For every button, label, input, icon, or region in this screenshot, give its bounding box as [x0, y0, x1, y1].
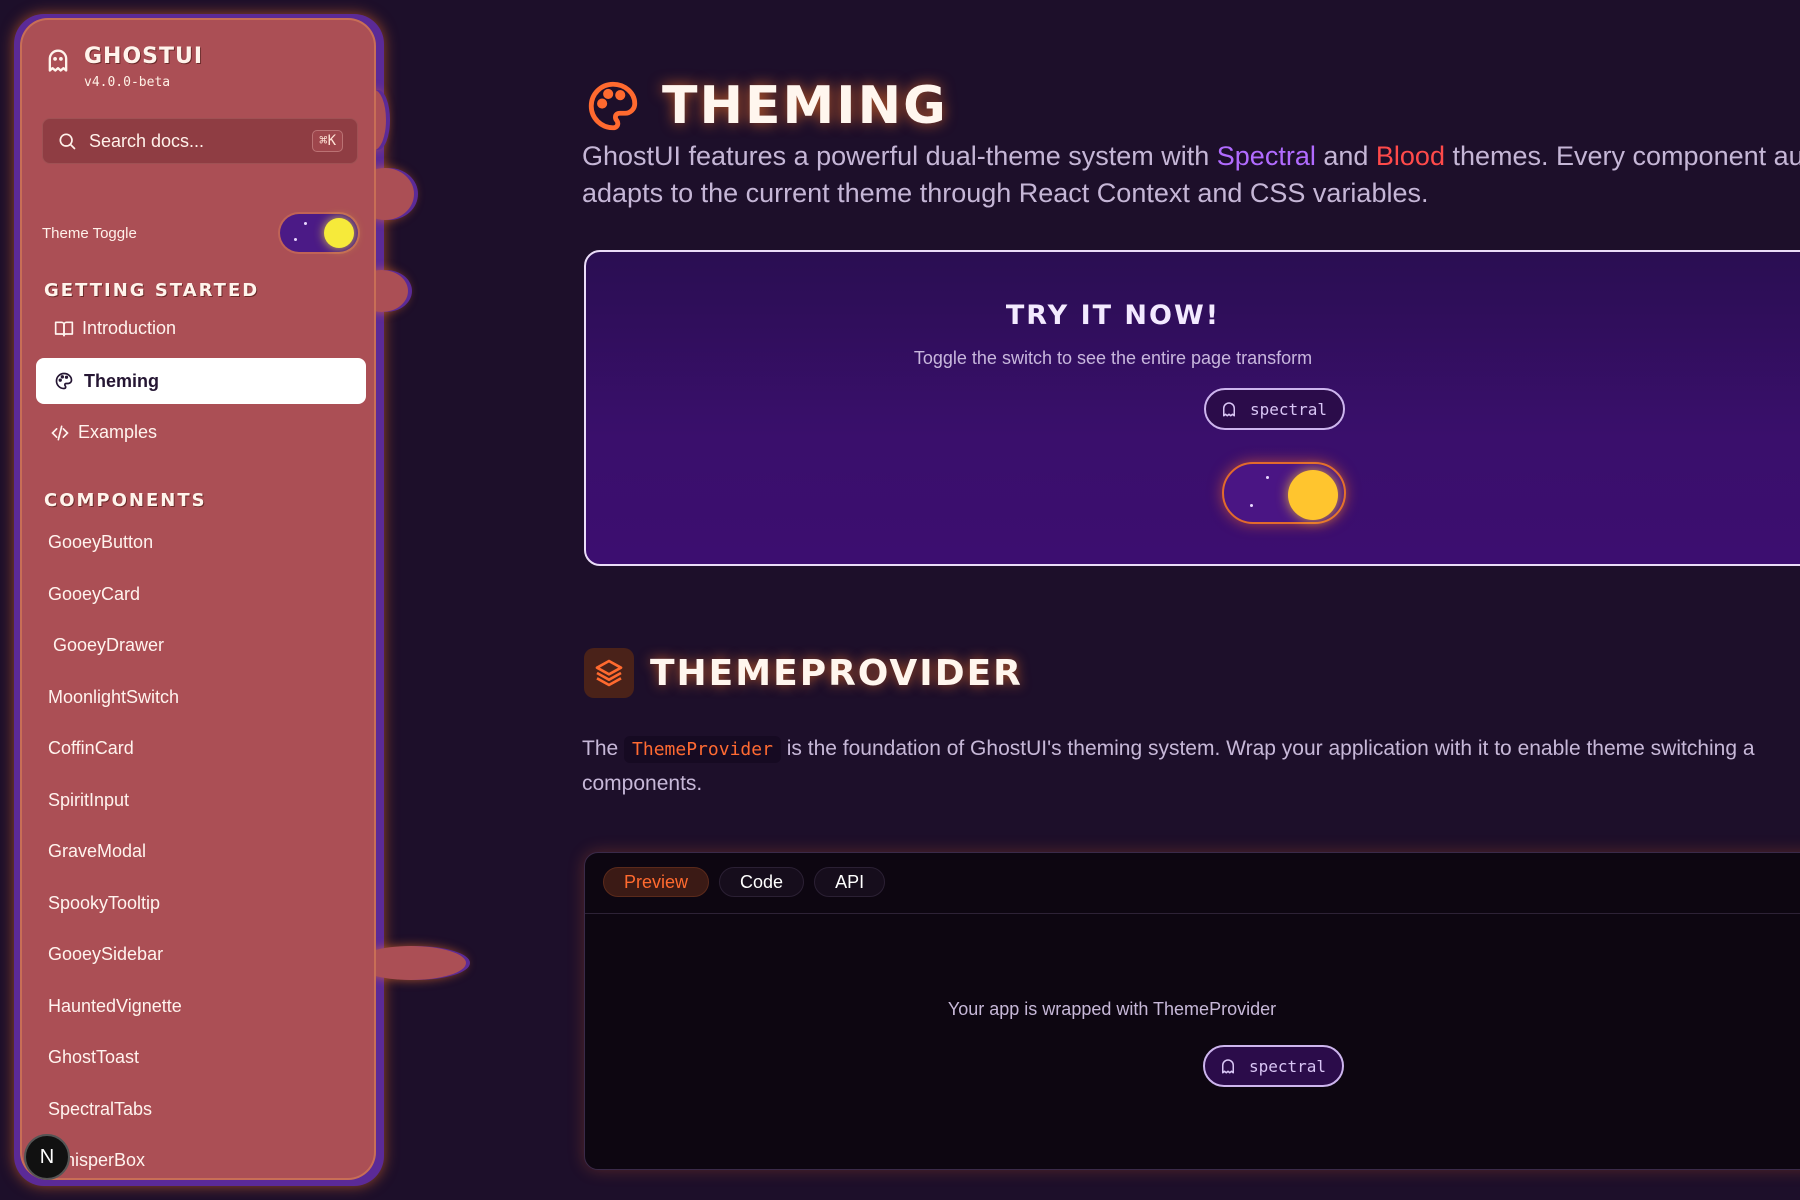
search-shortcut: ⌘K	[312, 130, 343, 152]
ghost-logo-icon	[48, 49, 68, 72]
page-header: THEMING	[584, 76, 948, 136]
star-dot	[294, 238, 297, 241]
try-it-card: TRY IT NOW! Toggle the switch to see the…	[584, 250, 1800, 566]
sidebar-item-gooeydrawer[interactable]: GooeyDrawer	[53, 635, 164, 656]
code-icon	[51, 425, 69, 440]
try-card-subtitle: Toggle the switch to see the entire page…	[913, 348, 1313, 368]
sidebar-item-hauntedvignette[interactable]: HauntedVignette	[48, 996, 182, 1017]
sidebar-item-gooeycard[interactable]: GooeyCard	[48, 584, 140, 605]
sidebar-item-gooeysidebar[interactable]: GooeySidebar	[48, 944, 163, 965]
search-placeholder: Search docs...	[89, 130, 205, 151]
paragraph-text: components.	[582, 772, 703, 795]
sidebar-item-spookytooltip[interactable]: SpookyTooltip	[48, 893, 160, 914]
sidebar-item-gooeybutton[interactable]: GooeyButton	[48, 532, 153, 553]
section-title-getting-started: GETTING STARTED	[44, 280, 260, 301]
layers-icon-box	[584, 648, 634, 698]
brand[interactable]: GHOSTUI v4.0.0-beta	[44, 44, 203, 90]
sidebar-item-label: Examples	[78, 422, 158, 442]
demo-tabs: Preview Code API	[603, 867, 895, 897]
blood-highlight: Blood	[1375, 141, 1445, 171]
search-icon	[59, 133, 76, 150]
try-card-title: TRY IT NOW!	[1005, 300, 1221, 331]
brand-name: GHOSTUI	[84, 44, 204, 69]
search-input[interactable]: Search docs... ⌘K	[42, 118, 358, 164]
palette-icon	[588, 81, 638, 131]
inline-code: ThemeProvider	[624, 736, 781, 763]
version-label: v4.0.0-beta	[84, 75, 171, 90]
section-header: THEMEPROVIDER	[584, 648, 1023, 698]
section-title: THEMEPROVIDER	[650, 652, 1023, 694]
palette-icon	[55, 372, 73, 390]
intro-text: GhostUI features a powerful dual-theme s…	[582, 141, 1217, 171]
docs-page: GHOSTUI v4.0.0-beta Search docs... ⌘K Th…	[0, 0, 1800, 1200]
paragraph-text: is the foundation of GhostUI's theming s…	[780, 737, 1755, 760]
intro-paragraph: GhostUI features a powerful dual-theme s…	[582, 138, 1800, 212]
demo-panel: Preview Code API Your app is wrapped wit…	[584, 852, 1800, 1170]
intro-text: themes. Every component au	[1444, 141, 1800, 171]
demo-message: Your app is wrapped with ThemeProvider	[947, 999, 1277, 1019]
book-open-icon	[54, 321, 74, 336]
sidebar-item-spectraltabs[interactable]: SpectralTabs	[48, 1099, 152, 1120]
tab-code[interactable]: Code	[719, 867, 805, 897]
sidebar-item-moonlightswitch[interactable]: MoonlightSwitch	[48, 687, 179, 708]
ghost-icon	[1222, 1059, 1234, 1074]
sidebar-item-spiritinput[interactable]: SpiritInput	[48, 790, 129, 811]
theme-badge-label: spectral	[1249, 1056, 1327, 1076]
section-paragraph: The ThemeProvider is the foundation of G…	[582, 732, 1800, 801]
sidebar-item-examples[interactable]: Examples	[50, 422, 157, 443]
paragraph-text: The	[582, 737, 625, 760]
sidebar: GHOSTUI v4.0.0-beta Search docs... ⌘K Th…	[20, 18, 376, 1180]
sidebar-item-ghosttoast[interactable]: GhostToast	[48, 1047, 139, 1068]
nextjs-badge[interactable]: N	[24, 1134, 70, 1180]
sidebar-item-introduction[interactable]: Introduction	[54, 318, 176, 339]
sidebar-item-theming[interactable]: Theming	[36, 358, 366, 404]
tabs-divider	[585, 913, 1800, 914]
ghost-icon	[1223, 402, 1235, 417]
spectral-highlight: Spectral	[1216, 141, 1316, 171]
theme-toggle-label: Theme Toggle	[42, 224, 137, 242]
star-dot	[1266, 476, 1269, 479]
theme-badge: spectral	[1203, 1045, 1345, 1087]
star-dot	[1250, 504, 1253, 507]
sidebar-item-gravemodal[interactable]: GraveModal	[48, 841, 146, 862]
sidebar-item-label: Theming	[84, 370, 159, 391]
theme-toggle-switch-large[interactable]	[1222, 462, 1346, 524]
layers-icon	[595, 659, 623, 687]
theme-badge-label: spectral	[1250, 399, 1328, 419]
tab-api[interactable]: API	[814, 867, 886, 897]
section-title-components: COMPONENTS	[44, 490, 207, 511]
theme-toggle-row: Theme Toggle	[42, 214, 358, 252]
theme-badge: spectral	[1204, 388, 1346, 430]
toggle-knob	[1288, 470, 1338, 520]
tab-preview[interactable]: Preview	[603, 867, 710, 897]
star-dot	[304, 222, 307, 225]
intro-text: adapts to the current theme through Reac…	[582, 178, 1429, 208]
sidebar-item-coffincard[interactable]: CoffinCard	[48, 738, 134, 759]
sidebar-item-label: Introduction	[82, 318, 177, 338]
toggle-knob	[324, 218, 354, 248]
theme-toggle-switch[interactable]	[280, 214, 358, 252]
intro-text: and	[1315, 141, 1376, 171]
page-title: THEMING	[662, 76, 948, 136]
